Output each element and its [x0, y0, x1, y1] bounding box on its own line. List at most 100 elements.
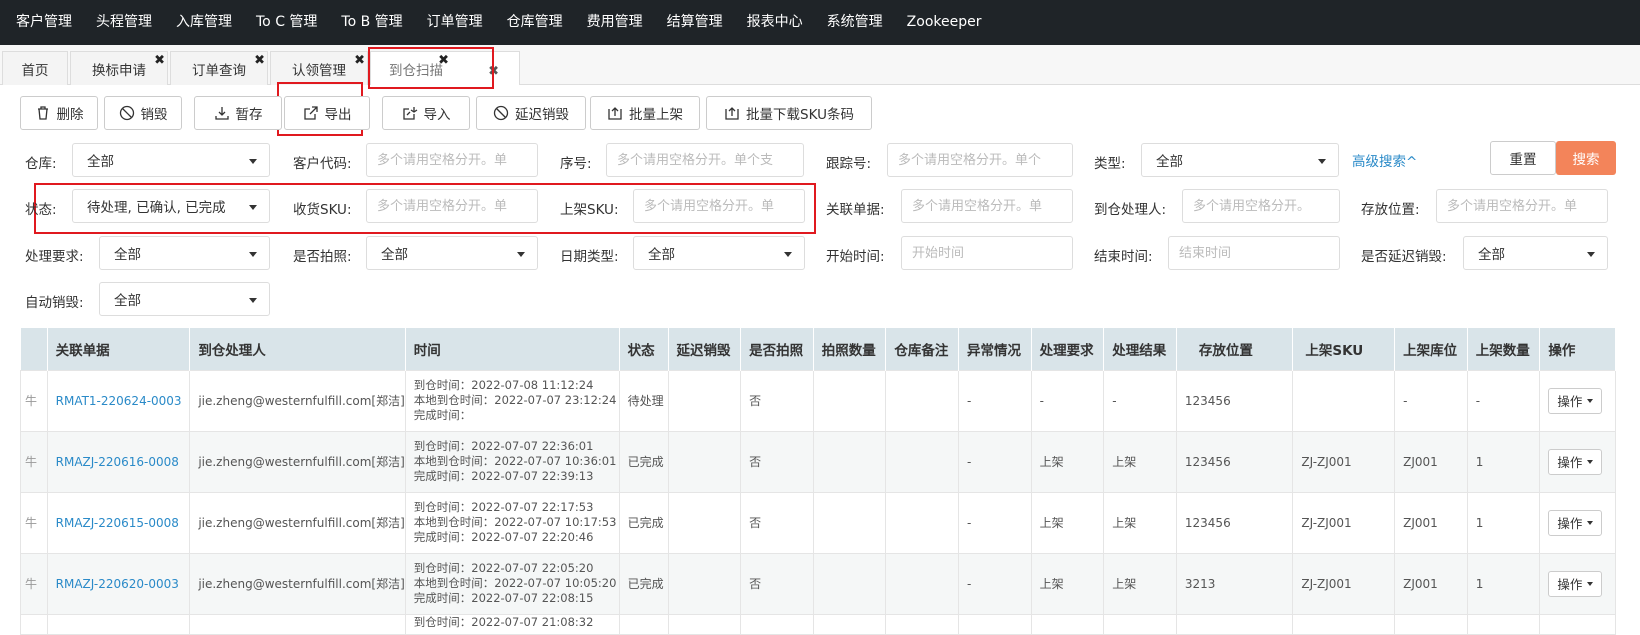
related-doc-label: 关联单据: — [826, 202, 885, 218]
batch-download-sku-button[interactable]: 批量下载SKU条码 — [706, 96, 872, 130]
local-arrive-time: 本地到仓时间：2022-07-07 10:36:01 — [413, 454, 617, 468]
col-header[interactable]: 异常情况 — [958, 328, 1032, 370]
col-header[interactable]: 到仓处理人 — [189, 328, 406, 370]
type-label: 类型: — [1094, 156, 1126, 172]
import-button[interactable]: 导入 — [382, 96, 470, 130]
col-header[interactable]: 存放位置 — [1176, 328, 1294, 370]
recv-sku-input[interactable] — [366, 189, 538, 223]
remark-cell — [885, 552, 960, 615]
nav-tob[interactable]: To B 管理 — [329, 0, 414, 45]
nav-inbound[interactable]: 入库管理 — [164, 0, 244, 45]
delay-destroy-select[interactable]: 全部 — [1463, 236, 1608, 270]
close-icon[interactable]: ✖ — [354, 54, 365, 67]
delay-destroy-filter-label: 是否延迟销毁: — [1361, 249, 1447, 265]
batch-shelve-button[interactable]: 批量上架 — [590, 96, 700, 130]
delay-destroy-button[interactable]: 延迟销毁 — [476, 96, 586, 130]
close-icon[interactable]: ✖ — [438, 54, 449, 67]
type-select[interactable]: 全部 — [1141, 143, 1339, 177]
shelf-sku-input[interactable] — [633, 189, 805, 223]
operation-dropdown-button[interactable]: 操作 — [1548, 570, 1603, 597]
row-stub — [20, 613, 48, 635]
related-doc-link[interactable]: RMAZJ-220615-0008 — [46, 491, 191, 554]
close-icon[interactable]: ✖ — [254, 54, 265, 67]
photo-select[interactable]: 全部 — [366, 236, 538, 270]
end-time-input[interactable] — [1168, 236, 1340, 270]
start-time-input[interactable] — [901, 236, 1073, 270]
close-all-icon[interactable]: ✖ — [488, 65, 499, 78]
nav-zookeeper[interactable]: Zookeeper — [895, 0, 994, 45]
shelf-sku-cell — [1292, 369, 1396, 432]
nav-settlement[interactable]: 结算管理 — [655, 0, 735, 45]
related-doc-link[interactable]: RMAT1-220624-0003 — [46, 369, 191, 432]
auto-destroy-label: 自动销毁: — [25, 295, 84, 311]
date-type-select[interactable]: 全部 — [633, 236, 805, 270]
export-button[interactable]: 导出 — [284, 96, 370, 130]
serial-input[interactable] — [606, 143, 804, 177]
warehouse-label: 仓库: — [25, 156, 57, 172]
tab-order-query[interactable]: 订单查询 ✖ — [170, 51, 268, 85]
delete-button[interactable]: 删除 — [20, 96, 98, 130]
handler-cell: jie.zheng@westernfulfill.com[郑洁] — [189, 491, 406, 554]
upload-icon — [725, 107, 739, 120]
operation-dropdown-button[interactable]: 操作 — [1548, 387, 1603, 414]
close-icon[interactable]: ✖ — [154, 54, 165, 67]
operation-dropdown-button[interactable]: 操作 — [1548, 509, 1603, 536]
tab-relabel[interactable]: 换标申请 ✖ — [70, 51, 168, 85]
col-header[interactable]: 状态 — [619, 328, 669, 370]
chevron-down-icon — [517, 252, 525, 257]
status-cell: 已完成 — [618, 552, 669, 615]
location-cell: 3213 — [1175, 552, 1294, 615]
download-icon — [214, 107, 229, 120]
shelf-sku-cell: ZJ-ZJ001 — [1292, 430, 1396, 493]
location-input[interactable] — [1436, 189, 1608, 223]
operation-dropdown-button[interactable]: 操作 — [1548, 448, 1603, 475]
reset-label: 重置 — [1509, 152, 1537, 168]
tab-arrival-scan[interactable]: 到仓扫描 ✖ ✖ — [370, 51, 520, 85]
start-time-label: 开始时间: — [826, 249, 885, 265]
tab-claim[interactable]: 认领管理 ✖ — [270, 51, 368, 85]
nav-orders[interactable]: 订单管理 — [415, 0, 495, 45]
nav-system[interactable]: 系统管理 — [815, 0, 895, 45]
nav-customer[interactable]: 客户管理 — [4, 0, 84, 45]
nav-toc[interactable]: To C 管理 — [244, 0, 329, 45]
related-doc-link[interactable]: RMAZJ-220616-0008 — [46, 430, 191, 493]
local-arrive-time: 本地到仓时间：2022-07-07 10:17:53 — [413, 515, 617, 529]
handler-input[interactable] — [1182, 189, 1340, 223]
shelf-qty-cell: 1 — [1466, 491, 1541, 554]
col-header[interactable]: 拍照数量 — [813, 328, 887, 370]
customer-code-input[interactable] — [366, 143, 538, 177]
search-button[interactable]: 搜索 — [1556, 141, 1616, 175]
time-cell: 到仓时间：2022-07-07 22:17:53 本地到仓时间：2022-07-0… — [404, 491, 620, 554]
result-cell: 上架 — [1103, 552, 1177, 615]
related-doc-link[interactable]: RMAZJ-220620-0003 — [46, 552, 191, 615]
nav-first-leg[interactable]: 头程管理 — [84, 0, 164, 45]
col-header[interactable]: 处理要求 — [1031, 328, 1105, 370]
related-doc-input[interactable] — [901, 189, 1073, 223]
save-draft-button[interactable]: 暂存 — [194, 96, 282, 130]
nav-fees[interactable]: 费用管理 — [575, 0, 655, 45]
tab-home[interactable]: 首页 — [2, 51, 68, 85]
status-select[interactable]: 待处理, 已确认, 已完成 — [72, 189, 270, 223]
tracking-input[interactable] — [887, 143, 1073, 177]
warehouse-select[interactable]: 全部 — [72, 143, 270, 177]
col-header[interactable]: 上架库位 — [1394, 328, 1468, 370]
col-header[interactable]: 是否拍照 — [740, 328, 814, 370]
col-header[interactable]: 操作 — [1539, 328, 1616, 370]
col-header[interactable]: 延迟销毁 — [668, 328, 742, 370]
type-value: 全部 — [1156, 154, 1183, 170]
reset-button[interactable]: 重置 — [1490, 141, 1556, 175]
nav-reports[interactable]: 报表中心 — [735, 0, 815, 45]
location-label: 存放位置: — [1361, 202, 1420, 218]
col-header[interactable]: 处理结果 — [1103, 328, 1177, 370]
col-header[interactable]: 时间 — [405, 328, 620, 370]
col-header[interactable]: 上架SKU — [1292, 328, 1396, 370]
table-row-partial: 到仓时间：2022-07-07 21:08:32 — [20, 613, 1616, 635]
requirement-select[interactable]: 全部 — [99, 236, 270, 270]
col-header[interactable]: 上架数量 — [1467, 328, 1541, 370]
advanced-search-link[interactable]: 高级搜索^ — [1352, 150, 1417, 170]
destroy-button[interactable]: 销毁 — [104, 96, 182, 130]
col-header[interactable]: 仓库备注 — [885, 328, 960, 370]
auto-destroy-select[interactable]: 全部 — [99, 282, 270, 316]
col-header[interactable]: 关联单据 — [47, 328, 191, 370]
nav-warehouse[interactable]: 仓库管理 — [495, 0, 575, 45]
